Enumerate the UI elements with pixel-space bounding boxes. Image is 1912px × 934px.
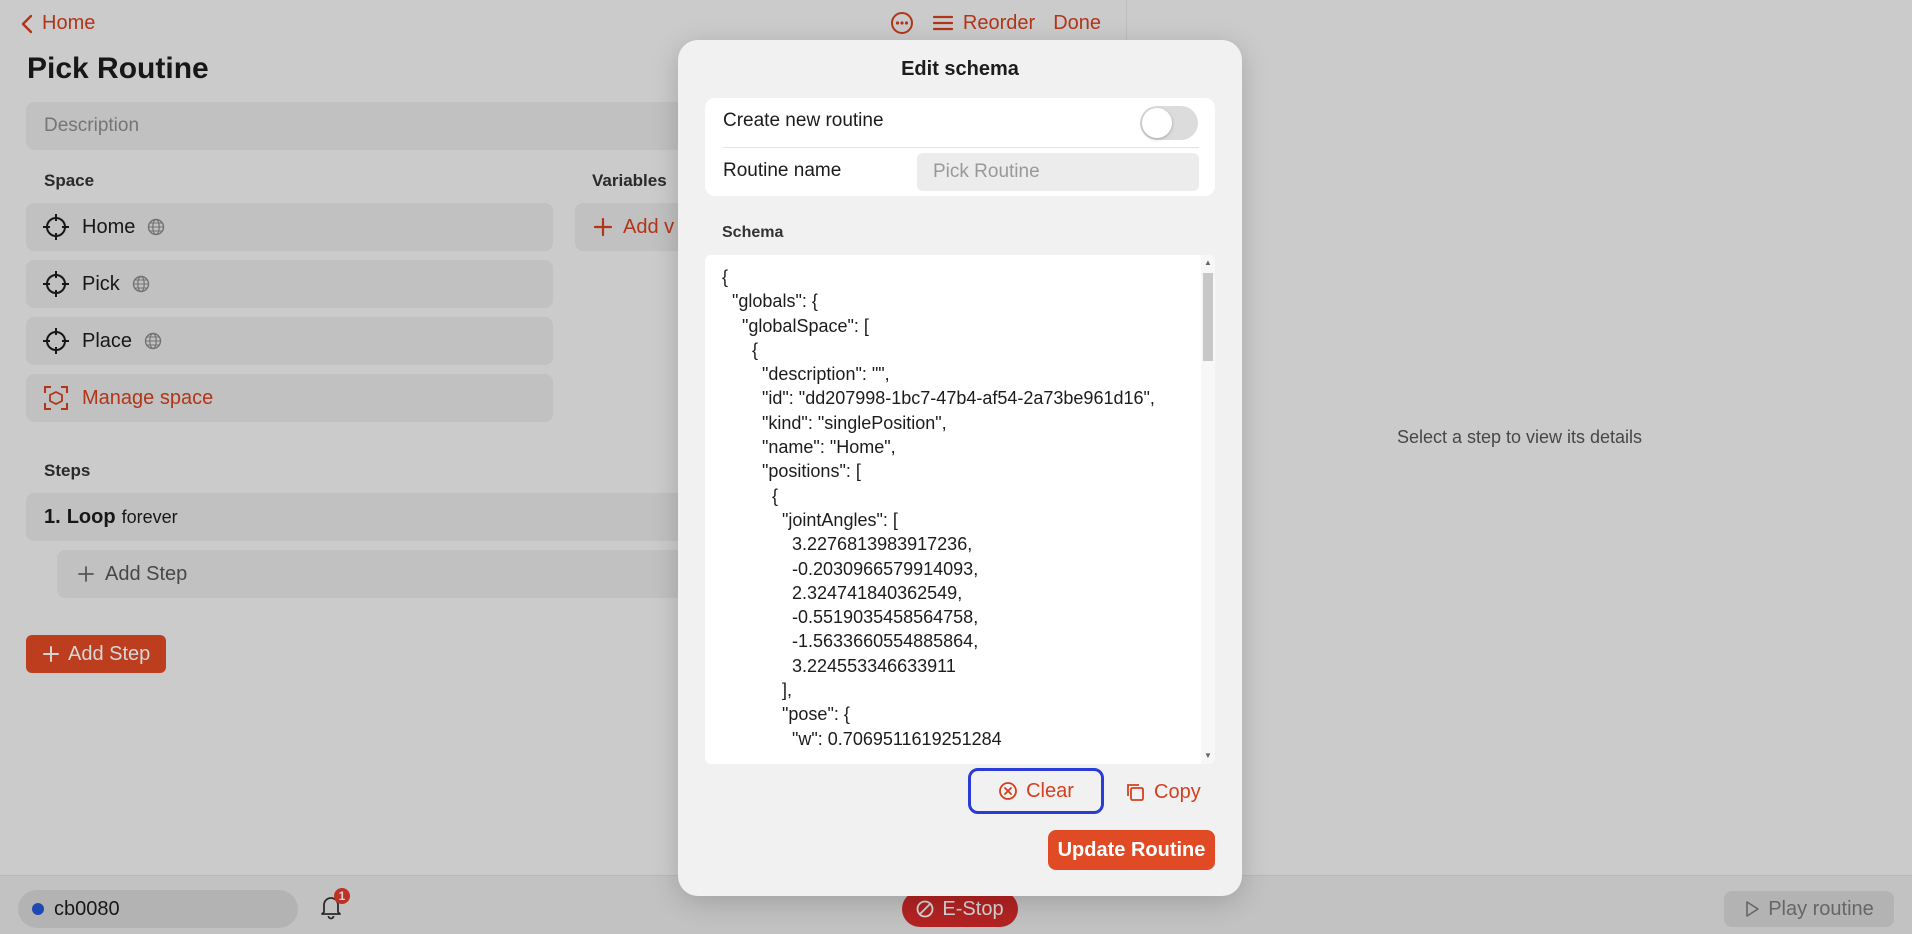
clear-button[interactable]: Clear bbox=[968, 768, 1104, 814]
scroll-up-arrow-icon[interactable]: ▲ bbox=[1204, 259, 1212, 267]
create-new-routine-toggle[interactable] bbox=[1140, 106, 1198, 140]
copy-label: Copy bbox=[1154, 780, 1201, 803]
schema-scrollbar[interactable]: ▲ ▼ bbox=[1201, 255, 1215, 764]
copy-button[interactable]: Copy bbox=[1124, 774, 1201, 810]
scroll-down-arrow-icon[interactable]: ▼ bbox=[1204, 752, 1212, 760]
toggle-knob bbox=[1142, 108, 1172, 138]
schema-textarea[interactable]: { "globals": { "globalSpace": [ { "descr… bbox=[705, 255, 1215, 764]
copy-icon bbox=[1127, 784, 1144, 801]
routine-name-input[interactable]: Pick Routine bbox=[917, 153, 1199, 191]
clear-circle-icon bbox=[999, 782, 1017, 800]
create-new-routine-label: Create new routine bbox=[723, 110, 884, 131]
schema-label: Schema bbox=[722, 224, 784, 241]
schema-content: { "globals": { "globalSpace": [ { "descr… bbox=[722, 267, 1155, 749]
dialog-title: Edit schema bbox=[901, 58, 1019, 80]
clear-label: Clear bbox=[1026, 779, 1074, 802]
routine-options-card: Create new routine Routine name Pick Rou… bbox=[705, 98, 1215, 196]
routine-name-label: Routine name bbox=[723, 160, 842, 181]
scroll-thumb[interactable] bbox=[1203, 273, 1213, 361]
update-routine-button[interactable]: Update Routine bbox=[1048, 830, 1215, 870]
edit-schema-dialog: Edit schema Create new routine Routine n… bbox=[678, 40, 1242, 896]
divider bbox=[723, 147, 1199, 148]
